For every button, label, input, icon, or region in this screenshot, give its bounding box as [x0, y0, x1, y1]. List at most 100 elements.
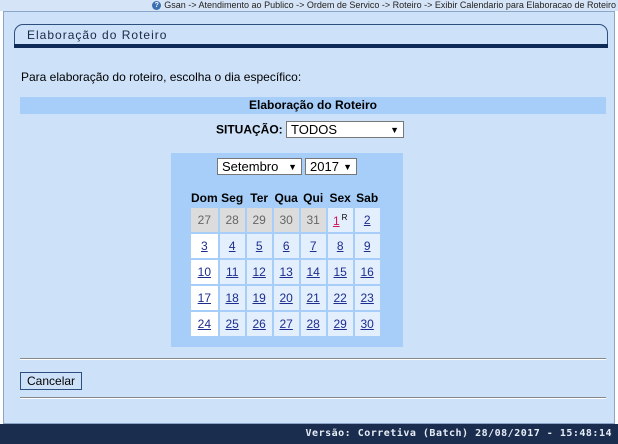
calendar-day-link[interactable]: 2: [364, 213, 371, 227]
dropdown-arrow-icon: ▼: [288, 162, 297, 172]
breadcrumb: ? Gsan -> Atendimento ao Publico -> Ordem…: [0, 0, 618, 11]
calendar-day-cell[interactable]: 23: [354, 286, 380, 310]
situacao-select[interactable]: TODOS ▼: [286, 121, 404, 138]
calendar-day-cell[interactable]: 10: [191, 260, 218, 284]
calendar-day-cell[interactable]: 14: [300, 260, 326, 284]
calendar-day-cell[interactable]: 17: [191, 286, 218, 310]
calendar-week-row: 3 4 5 6 7 8 9: [191, 234, 380, 258]
calendar-day-cell[interactable]: 20: [273, 286, 299, 310]
calendar-day-link[interactable]: 30: [360, 317, 373, 331]
calendar-week-row: 17 18 19 20 21 22 23: [191, 286, 380, 310]
calendar-day-link[interactable]: 12: [252, 265, 265, 279]
calendar-day-cell[interactable]: 9: [354, 234, 380, 258]
version-footer: Versão: Corretiva (Batch) 28/08/2017 - 1…: [0, 424, 618, 444]
calendar-day-link[interactable]: 22: [333, 291, 346, 305]
calendar-day-link[interactable]: 24: [198, 317, 211, 331]
calendar-day-cell[interactable]: 15: [327, 260, 353, 284]
panel-titlebar: Elaboração do Roteiro: [14, 24, 608, 48]
calendar-day-link[interactable]: 16: [360, 265, 373, 279]
calendar-day-cell[interactable]: 4: [219, 234, 245, 258]
calendar-day-link[interactable]: 23: [360, 291, 373, 305]
calendar-day-link[interactable]: 11: [226, 265, 238, 279]
weekday-header: Dom: [191, 190, 218, 205]
help-icon[interactable]: ?: [152, 1, 162, 10]
calendar-day-link[interactable]: 17: [198, 291, 211, 305]
calendar-day-link[interactable]: 29: [333, 317, 346, 331]
dropdown-arrow-icon: ▼: [390, 125, 399, 135]
calendar-day-link[interactable]: 21: [306, 291, 319, 305]
calendar-day-link[interactable]: 3: [201, 239, 208, 253]
divider: [20, 397, 606, 399]
day-mark: R: [341, 212, 348, 222]
calendar-day-link[interactable]: 15: [333, 265, 346, 279]
calendar-day-cell[interactable]: 27: [273, 312, 299, 336]
calendar-body: 27 28 29 30 31 1 R 2 3 4 5 6 7 8 9 10 11 12 13 14 15 16 17 18 19…: [191, 208, 380, 336]
divider: [20, 358, 606, 360]
calendar-day-cell[interactable]: 30: [354, 312, 380, 336]
title-underline: [14, 44, 608, 48]
calendar-day-link[interactable]: 26: [252, 317, 265, 331]
calendar-day-cell[interactable]: 19: [246, 286, 272, 310]
calendar-day-cell[interactable]: 7: [300, 234, 326, 258]
calendar-day-link[interactable]: 8: [337, 239, 344, 253]
calendar-day-label: 29: [252, 213, 266, 227]
calendar-day-link[interactable]: 25: [225, 317, 238, 331]
calendar-grid: Dom Seg Ter Qua Qui Sex Sab 27 28 29 30 31 1 R 2 3 4 5 6 7…: [189, 187, 382, 338]
calendar-day-cell[interactable]: 24: [191, 312, 218, 336]
weekday-header: Qui: [303, 190, 324, 205]
month-value: Setembro: [222, 159, 279, 174]
calendar-day-cell: 31: [300, 208, 326, 232]
weekday-header: Sex: [329, 190, 351, 205]
calendar-day-link[interactable]: 1: [333, 214, 340, 228]
weekday-header: Sab: [356, 190, 379, 205]
calendar-day-label: 27: [197, 213, 212, 227]
calendar-day-cell[interactable]: 16: [354, 260, 380, 284]
intro-text: Para elaboração do roteiro, escolha o di…: [21, 70, 302, 84]
calendar-day-cell[interactable]: 22: [327, 286, 353, 310]
calendar-day-cell[interactable]: 3: [191, 234, 218, 258]
calendar-day-cell[interactable]: 28: [300, 312, 326, 336]
calendar-day-label: 30: [279, 213, 293, 227]
calendar-day-link[interactable]: 9: [364, 239, 371, 253]
calendar-day-cell[interactable]: 8: [327, 234, 353, 258]
calendar-day-link[interactable]: 20: [279, 291, 292, 305]
calendar-day-link[interactable]: 28: [306, 317, 319, 331]
calendar-day-link[interactable]: 27: [279, 317, 292, 331]
calendar-day-link[interactable]: 5: [256, 239, 263, 253]
calendar-day-link[interactable]: 7: [310, 239, 317, 253]
calendar-day-link[interactable]: 6: [283, 239, 290, 253]
cancel-button[interactable]: Cancelar: [20, 372, 83, 390]
calendar-day-link[interactable]: 19: [252, 291, 265, 305]
calendar-day-link[interactable]: 14: [306, 265, 319, 279]
calendar-day-link[interactable]: 4: [229, 239, 236, 253]
main-panel: Elaboração do Roteiro Para elaboração do…: [3, 11, 615, 424]
page-title: Elaboração do Roteiro: [27, 28, 168, 42]
calendar-day-cell[interactable]: 13: [273, 260, 299, 284]
situacao-label: SITUAÇÃO:: [215, 122, 283, 137]
calendar-day-cell[interactable]: 29: [327, 312, 353, 336]
month-select[interactable]: Setembro ▼: [217, 158, 302, 175]
year-select[interactable]: 2017 ▼: [305, 158, 357, 175]
section-header: Elaboração do Roteiro: [20, 97, 606, 114]
calendar-day-cell: 27: [191, 208, 218, 232]
calendar-day-cell[interactable]: 11: [219, 260, 245, 284]
calendar-day-link[interactable]: 13: [279, 265, 292, 279]
calendar-day-link[interactable]: 18: [225, 291, 238, 305]
calendar-day-link[interactable]: 10: [198, 265, 211, 279]
calendar: Setembro ▼ 2017 ▼ Dom Seg Ter Qua Qui Sex Sab …: [171, 153, 403, 347]
calendar-day-cell[interactable]: 6: [273, 234, 299, 258]
calendar-day-cell[interactable]: 2: [354, 208, 380, 232]
dropdown-arrow-icon: ▼: [343, 162, 352, 172]
version-text: Versão: Corretiva (Batch) 28/08/2017 - 1…: [305, 428, 612, 439]
calendar-day-cell[interactable]: 1R: [327, 208, 353, 232]
calendar-day-label: 31: [306, 213, 320, 227]
calendar-day-cell[interactable]: 18: [219, 286, 245, 310]
calendar-day-cell[interactable]: 26: [246, 312, 272, 336]
calendar-day-cell[interactable]: 21: [300, 286, 326, 310]
calendar-day-cell[interactable]: 25: [219, 312, 245, 336]
calendar-day-cell[interactable]: 5: [246, 234, 272, 258]
calendar-week-row: 27 28 29 30 31 1 R 2: [191, 208, 380, 232]
calendar-day-cell: 29: [246, 208, 272, 232]
breadcrumb-path[interactable]: Gsan -> Atendimento ao Publico -> Ordem …: [164, 0, 618, 10]
calendar-day-cell[interactable]: 12: [246, 260, 272, 284]
